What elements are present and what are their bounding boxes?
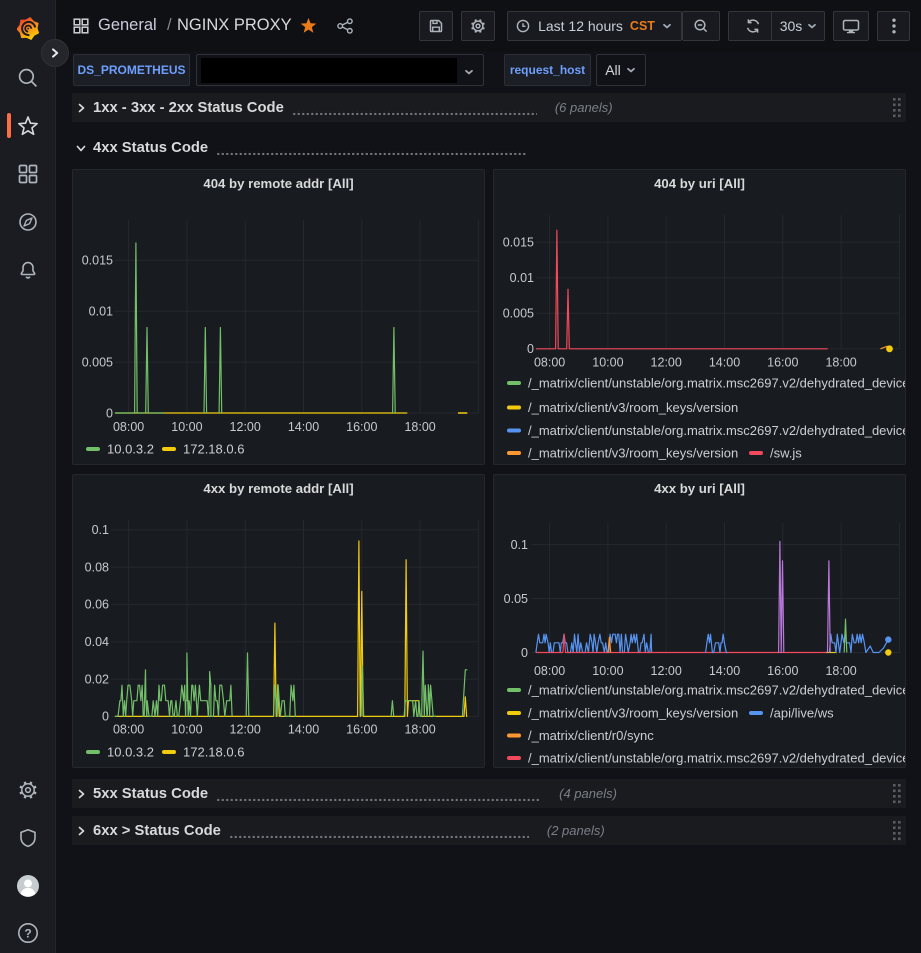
svg-text:14:00: 14:00 — [288, 420, 319, 434]
svg-text:0: 0 — [102, 710, 109, 724]
svg-text:16:00: 16:00 — [346, 420, 377, 434]
svg-text:12:00: 12:00 — [230, 723, 261, 737]
svg-text:0: 0 — [521, 646, 528, 660]
svg-text:10:00: 10:00 — [592, 356, 623, 370]
svg-text:16:00: 16:00 — [767, 356, 798, 370]
svg-text:0.005: 0.005 — [503, 307, 534, 321]
svg-text:0.08: 0.08 — [85, 560, 109, 574]
svg-text:/_matrix/client/unstable/org.m: /_matrix/client/unstable/org.matrix.msc2… — [528, 423, 906, 438]
svg-text:0.02: 0.02 — [85, 672, 109, 686]
svg-text:172.18.0.6: 172.18.0.6 — [183, 745, 244, 760]
svg-text:172.18.0.6: 172.18.0.6 — [183, 442, 244, 457]
svg-text:14:00: 14:00 — [288, 723, 319, 737]
svg-text:/_matrix/client/v3/room_keys/v: /_matrix/client/v3/room_keys/version — [528, 400, 738, 415]
svg-text:0.005: 0.005 — [82, 355, 113, 369]
svg-text:16:00: 16:00 — [346, 723, 377, 737]
svg-text:10:00: 10:00 — [171, 723, 202, 737]
svg-text:08:00: 08:00 — [113, 420, 144, 434]
svg-text:?: ? — [24, 926, 31, 940]
svg-text:10:00: 10:00 — [592, 664, 623, 678]
svg-text:0: 0 — [527, 342, 534, 356]
svg-text:/_matrix/client/unstable/org.m: /_matrix/client/unstable/org.matrix.msc2… — [528, 683, 906, 698]
svg-text:/_matrix/client/v3/room_keys/v: /_matrix/client/v3/room_keys/version — [528, 446, 738, 461]
svg-text:18:00: 18:00 — [825, 356, 856, 370]
svg-text:10.0.3.2: 10.0.3.2 — [107, 442, 154, 457]
svg-text:14:00: 14:00 — [709, 356, 740, 370]
svg-text:10.0.3.2: 10.0.3.2 — [107, 745, 154, 760]
svg-text:0.01: 0.01 — [89, 305, 113, 319]
svg-text:18:00: 18:00 — [404, 723, 435, 737]
svg-text:/_matrix/client/unstable/org.m: /_matrix/client/unstable/org.matrix.msc2… — [528, 376, 906, 391]
svg-text:0.015: 0.015 — [82, 254, 113, 268]
svg-text:0.01: 0.01 — [510, 271, 534, 285]
svg-text:12:00: 12:00 — [651, 356, 682, 370]
svg-text:0.05: 0.05 — [504, 592, 528, 606]
svg-text:18:00: 18:00 — [825, 664, 856, 678]
svg-text:08:00: 08:00 — [534, 664, 565, 678]
svg-text:10:00: 10:00 — [171, 420, 202, 434]
svg-text:/_matrix/client/v3/room_keys/v: /_matrix/client/v3/room_keys/version — [528, 706, 738, 721]
svg-text:/_matrix/client/unstable/org.m: /_matrix/client/unstable/org.matrix.msc2… — [528, 751, 906, 766]
svg-text:12:00: 12:00 — [230, 420, 261, 434]
svg-text:08:00: 08:00 — [113, 723, 144, 737]
svg-text:0.015: 0.015 — [503, 236, 534, 250]
svg-text:0.1: 0.1 — [511, 538, 528, 552]
svg-text:0.04: 0.04 — [85, 635, 109, 649]
svg-text:08:00: 08:00 — [534, 356, 565, 370]
svg-text:0.1: 0.1 — [92, 523, 109, 537]
svg-text:18:00: 18:00 — [404, 420, 435, 434]
svg-text:/_matrix/client/r0/sync: /_matrix/client/r0/sync — [528, 728, 654, 743]
svg-text:/sw.js: /sw.js — [770, 446, 802, 461]
svg-text:16:00: 16:00 — [767, 664, 798, 678]
svg-text:0.06: 0.06 — [85, 598, 109, 612]
svg-text:0: 0 — [106, 406, 113, 420]
svg-text:/api/live/ws: /api/live/ws — [770, 706, 834, 721]
svg-text:14:00: 14:00 — [709, 664, 740, 678]
svg-text:12:00: 12:00 — [651, 664, 682, 678]
